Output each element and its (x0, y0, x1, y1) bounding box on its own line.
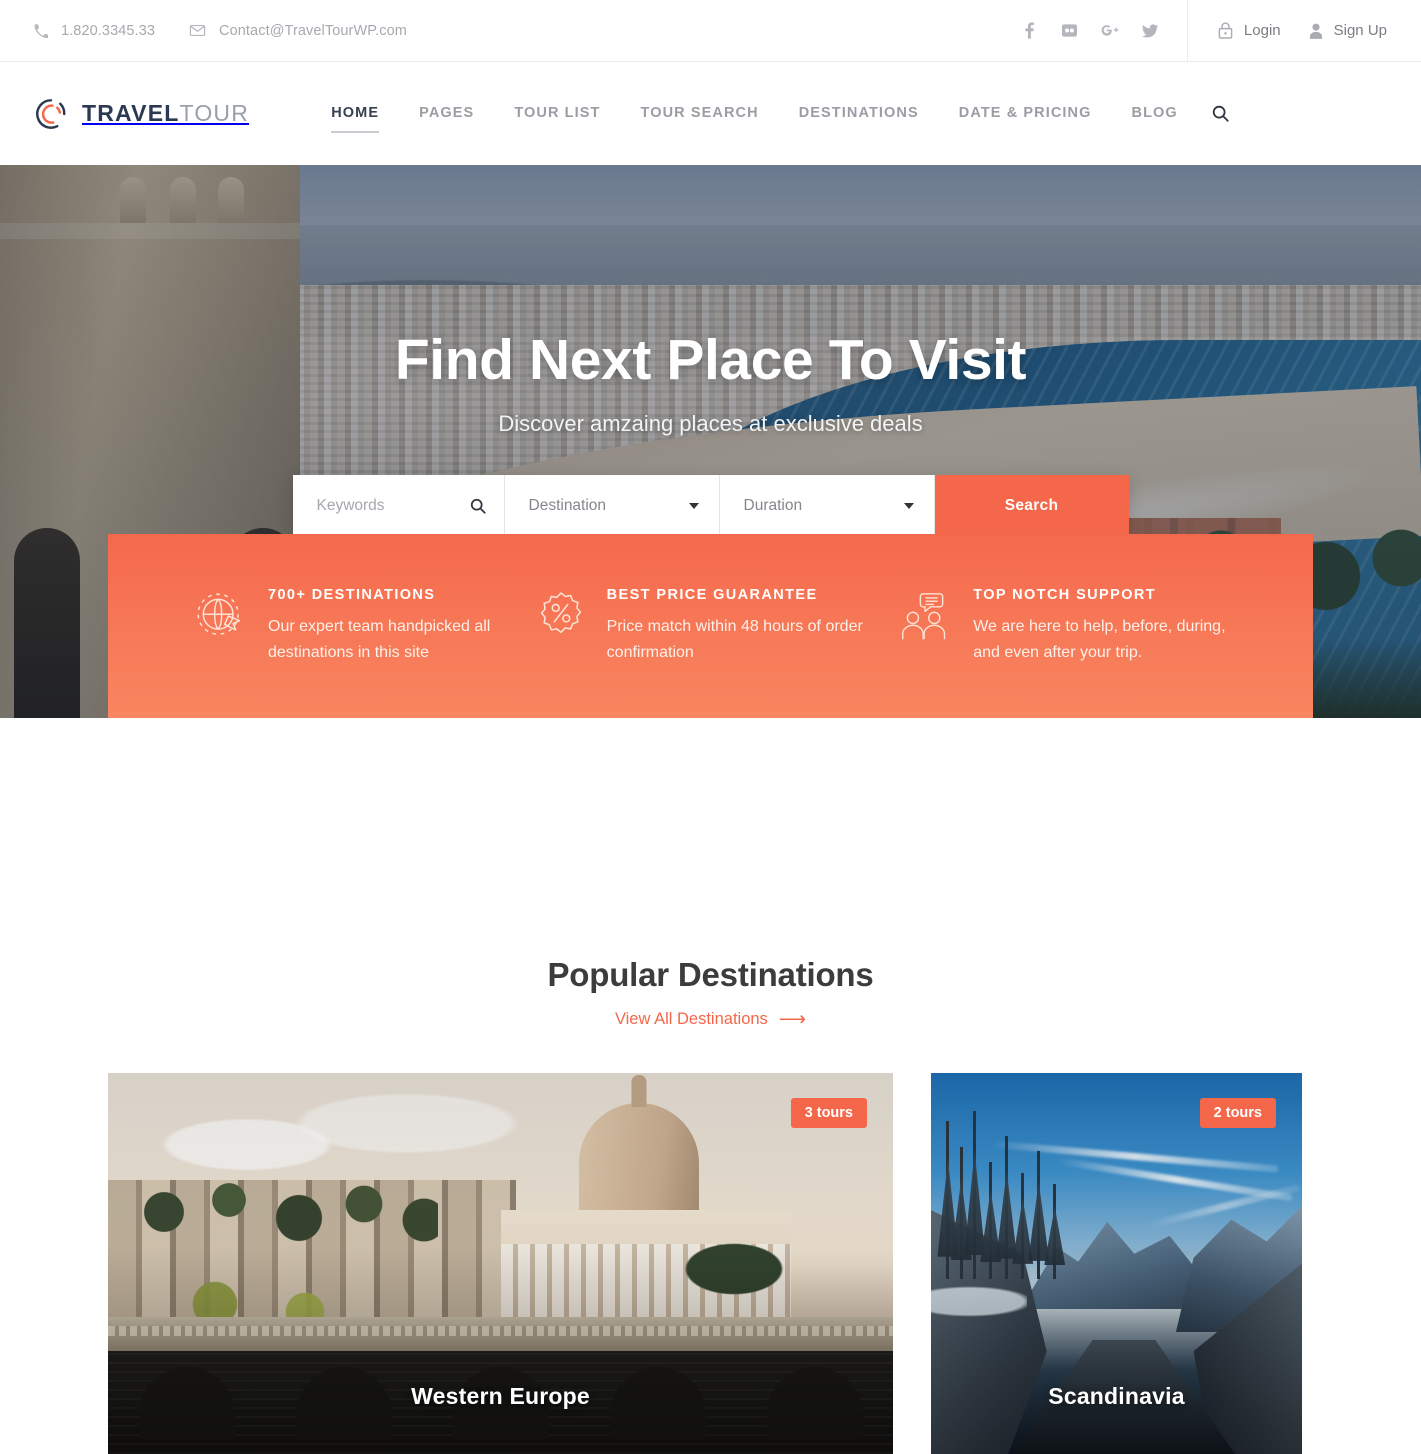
feature-title: BEST PRICE GUARANTEE (606, 586, 818, 603)
nav-item-destinations[interactable]: DESTINATIONS (779, 106, 939, 121)
search-input[interactable] (316, 497, 464, 516)
phone-number: 1.820.3345.33 (61, 22, 156, 39)
search-icon[interactable] (470, 498, 486, 514)
chevron-down-icon (903, 503, 914, 510)
section-title: Popular Destinations (547, 956, 874, 993)
feature-description: We are here to help, before, during, and… (973, 617, 1226, 661)
destination-name: Western Europe (411, 1383, 590, 1409)
account-actions: Login Sign Up (1186, 0, 1421, 61)
site-header: TRAVELTOUR HOME PAGES TOUR LIST TOUR SEA… (0, 62, 1421, 165)
top-bar: 1.820.3345.33 Contact@TravelTourWP.com L… (0, 0, 1421, 62)
popular-destinations-section: Popular Destinations View All Destinatio… (0, 900, 1421, 1029)
feature-banner-wrap: 700+ DESTINATIONS Our expert team handpi… (0, 534, 1421, 900)
view-all-label: View All Destinations (614, 1010, 768, 1028)
feature-support: TOP NOTCH SUPPORT We are here to help, b… (899, 587, 1227, 665)
nav-item-home[interactable]: HOME (311, 106, 399, 132)
feature-price-guarantee: BEST PRICE GUARANTEE Price match within … (537, 587, 900, 665)
logo[interactable]: TRAVELTOUR (34, 97, 249, 131)
feature-banner: 700+ DESTINATIONS Our expert team handpi… (108, 534, 1313, 718)
tour-search-bar: Destination Duration Search (292, 474, 1129, 538)
destination-card-western-europe[interactable]: 3 tours Western Europe (108, 1073, 893, 1454)
phone-icon (34, 23, 48, 38)
destination-name: Scandinavia (1048, 1383, 1185, 1409)
search-icon[interactable] (1212, 105, 1229, 122)
circle-swirl-logo-icon (34, 97, 68, 131)
globe-plane-icon (194, 591, 246, 648)
google-plus-icon[interactable] (1101, 22, 1119, 40)
logo-text: TRAVELTOUR (82, 102, 249, 125)
feature-description: Price match within 48 hours of order con… (606, 617, 863, 661)
keywords-field[interactable] (292, 474, 505, 538)
social-links (1021, 22, 1187, 40)
arrow-right-icon: ⟶ (778, 1009, 807, 1030)
duration-select-label: Duration (743, 497, 803, 515)
flickr-icon[interactable] (1061, 22, 1079, 40)
login-link[interactable]: Login (1218, 22, 1281, 39)
signup-label: Sign Up (1333, 22, 1387, 39)
tour-count-badge: 3 tours (790, 1098, 867, 1128)
feature-description: Our expert team handpicked all destinati… (268, 617, 491, 661)
destination-select-label: Destination (528, 497, 607, 515)
support-people-icon (899, 591, 951, 648)
destination-card-grid: 3 tours Western Europe 2 tours Scandinav… (0, 1029, 1421, 1454)
main-nav: HOME PAGES TOUR LIST TOUR SEARCH DESTINA… (311, 105, 1229, 132)
feature-destinations: 700+ DESTINATIONS Our expert team handpi… (194, 587, 537, 665)
logo-text-secondary: TOUR (179, 100, 250, 126)
nav-item-tour-list[interactable]: TOUR LIST (494, 106, 620, 121)
search-button[interactable]: Search (934, 474, 1129, 538)
feature-title: 700+ DESTINATIONS (268, 586, 436, 603)
envelope-icon (189, 22, 206, 39)
nav-item-date-pricing[interactable]: DATE & PRICING (939, 106, 1112, 121)
hero-title: Find Next Place To Visit (394, 328, 1027, 392)
top-bar-right-group: Login Sign Up (1021, 0, 1421, 61)
duration-select[interactable]: Duration (719, 474, 935, 538)
hero-subtitle: Discover amzaing places at exclusive dea… (498, 410, 923, 436)
nav-item-blog[interactable]: BLOG (1112, 106, 1198, 121)
nav-item-tour-search[interactable]: TOUR SEARCH (621, 106, 779, 121)
view-all-destinations-link[interactable]: View All Destinations ⟶ (615, 1010, 806, 1029)
lock-icon (1218, 22, 1233, 39)
tour-count-badge: 2 tours (1199, 1098, 1276, 1128)
feature-title: TOP NOTCH SUPPORT (973, 586, 1157, 603)
logo-text-primary: TRAVEL (82, 100, 180, 126)
email-address: Contact@TravelTourWP.com (219, 22, 407, 39)
chevron-down-icon (688, 503, 699, 510)
percent-badge-icon (537, 591, 585, 648)
destination-card-scandinavia[interactable]: 2 tours Scandinavia (931, 1073, 1302, 1454)
user-icon (1309, 23, 1323, 39)
email-link[interactable]: Contact@TravelTourWP.com (189, 22, 407, 39)
destination-select[interactable]: Destination (504, 474, 720, 538)
phone-link[interactable]: 1.820.3345.33 (34, 23, 155, 39)
twitter-icon[interactable] (1141, 22, 1159, 40)
nav-item-pages[interactable]: PAGES (399, 106, 494, 121)
login-label: Login (1243, 22, 1281, 39)
signup-link[interactable]: Sign Up (1309, 22, 1387, 39)
facebook-icon[interactable] (1021, 22, 1039, 40)
top-bar-contact-group: 1.820.3345.33 Contact@TravelTourWP.com (0, 22, 407, 39)
